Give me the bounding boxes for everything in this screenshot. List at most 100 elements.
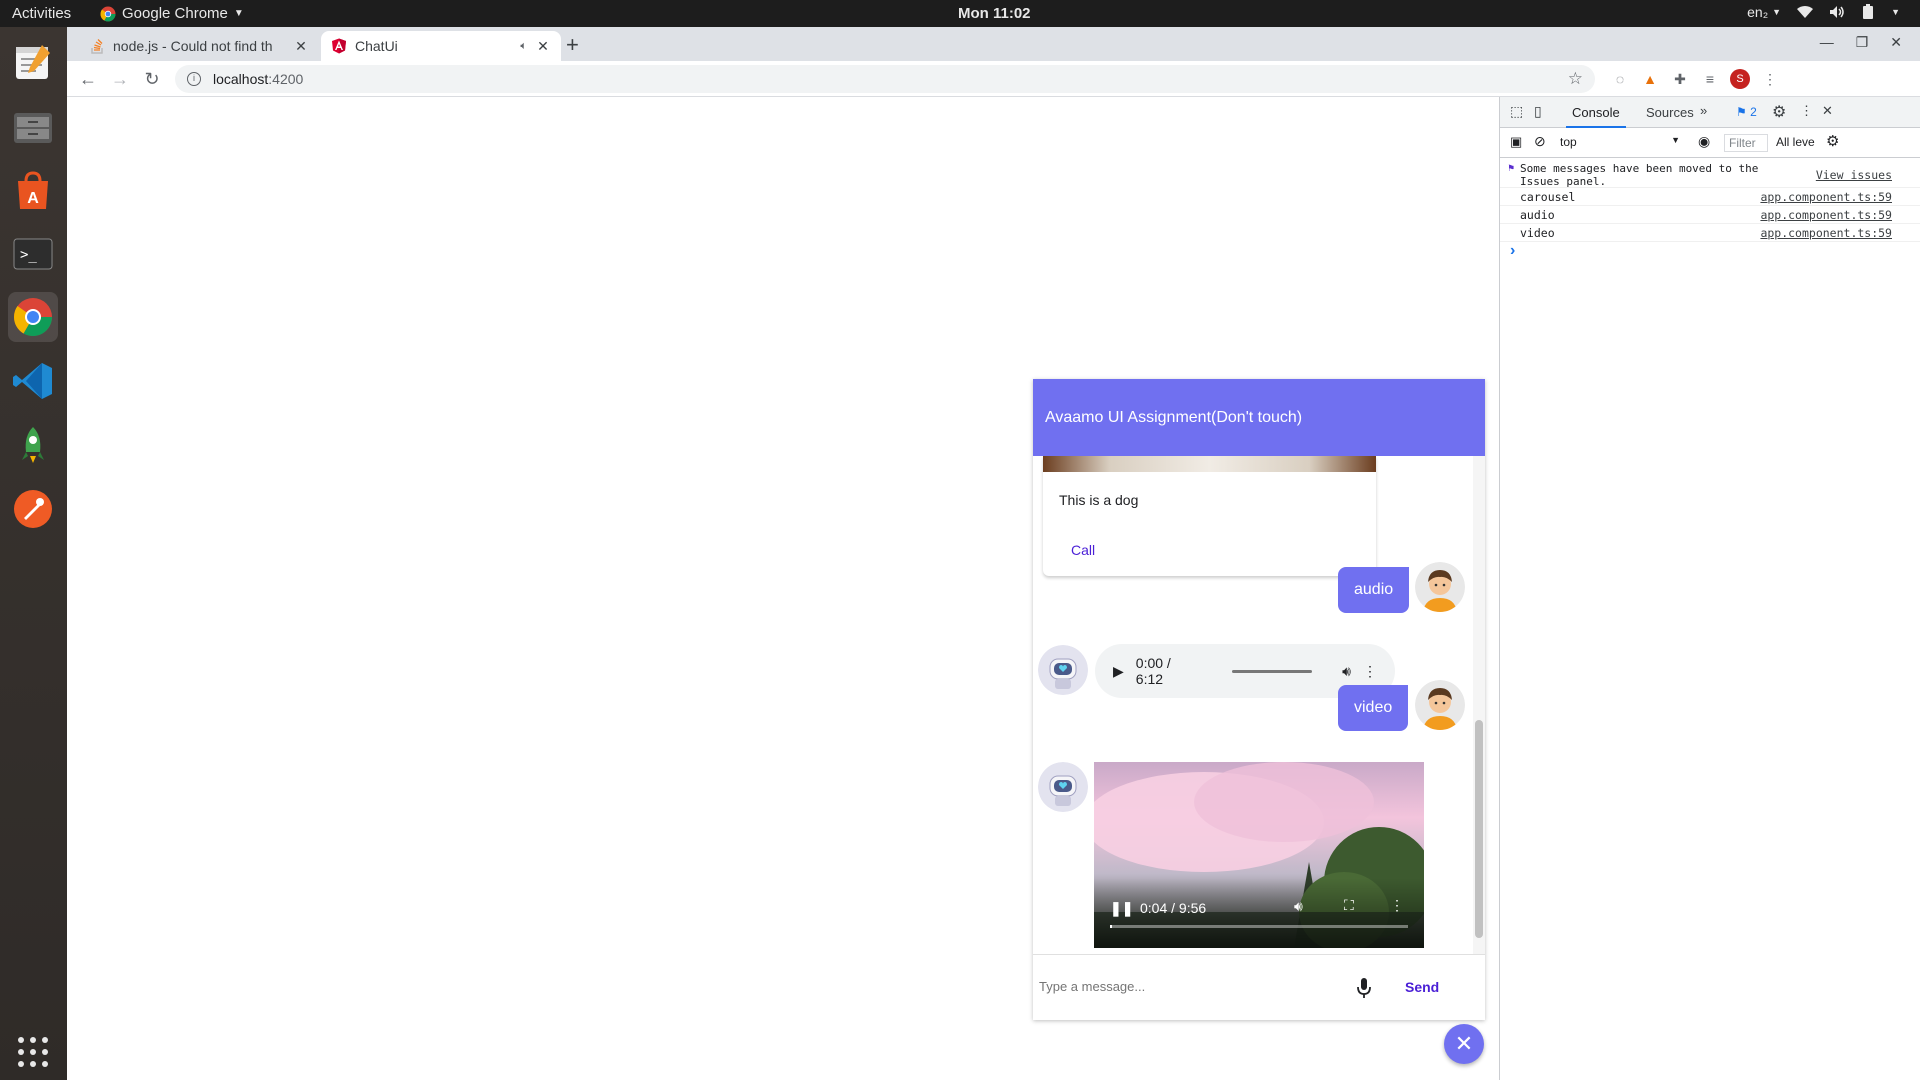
bot-avatar: [1038, 645, 1088, 695]
chat-header: Avaamo UI Assignment(Don't touch): [1033, 379, 1485, 456]
close-tab-icon[interactable]: ✕: [535, 38, 551, 55]
chevron-down-icon: ▼: [1772, 7, 1782, 17]
tab-console[interactable]: Console: [1566, 105, 1626, 128]
stackoverflow-icon: [89, 38, 105, 54]
show-apps-button[interactable]: [8, 1027, 58, 1077]
send-button[interactable]: Send: [1405, 979, 1439, 995]
gear-icon[interactable]: ⚙: [1772, 102, 1786, 122]
levels-dropdown[interactable]: All leve: [1776, 135, 1815, 149]
log-source-link[interactable]: app.component.ts:59: [1760, 208, 1892, 222]
play-icon[interactable]: ▶: [1113, 663, 1124, 680]
clock[interactable]: Mon 11:02: [958, 5, 1031, 22]
view-issues-link[interactable]: View issues: [1816, 168, 1892, 182]
extension-fire-icon[interactable]: ▲: [1640, 69, 1660, 89]
app-menu[interactable]: Google Chrome ▼: [100, 5, 244, 22]
console-prompt[interactable]: ›: [1500, 242, 1920, 260]
device-toolbar-icon[interactable]: ▯: [1534, 103, 1542, 120]
user-message: video: [1338, 685, 1409, 731]
video-player[interactable]: ❚❚ 0:04 / 9:56 🔊︎ ⛶ ⋮: [1094, 762, 1424, 948]
log-source-link[interactable]: app.component.ts:59: [1760, 190, 1892, 204]
volume-icon[interactable]: 🔊︎: [1294, 898, 1303, 915]
back-arrow-icon[interactable]: ←: [77, 68, 99, 90]
puzzle-icon[interactable]: ✚: [1670, 69, 1690, 89]
close-tab-icon[interactable]: ✕: [293, 38, 309, 55]
restore-icon[interactable]: ❐: [1856, 34, 1869, 51]
chevron-down-icon: ▼: [233, 8, 244, 19]
filter-input[interactable]: Filter: [1724, 134, 1768, 152]
gear-icon[interactable]: ⚙: [1826, 132, 1839, 150]
files-launcher[interactable]: [8, 101, 58, 151]
window-controls: — ❐ ✕: [1820, 34, 1902, 51]
audio-time: 0:00 / 6:12: [1135, 655, 1171, 687]
media-control-icon[interactable]: ≡: [1700, 69, 1720, 89]
console-log-row: audio app.component.ts:59: [1500, 206, 1920, 224]
console-toolbar: ▣ ⊘ top ▼ ◉ Filter All leve ⚙: [1500, 128, 1920, 158]
user-avatar: [1415, 680, 1465, 730]
kebab-menu-icon[interactable]: ⋮: [1363, 663, 1377, 680]
star-icon[interactable]: ☆: [1568, 69, 1583, 89]
profile-avatar[interactable]: S: [1730, 69, 1750, 89]
video-seek-bar[interactable]: [1110, 925, 1408, 928]
close-chat-button[interactable]: ✕: [1444, 1024, 1484, 1064]
devtools-tabbar: ⬚ ▯ Console Sources » ⚑ 2 ⚙ ⋮ ✕: [1500, 97, 1920, 128]
forward-arrow-icon[interactable]: →: [109, 68, 131, 90]
call-button[interactable]: Call: [1071, 542, 1095, 558]
context-label: top: [1560, 135, 1577, 149]
chat-title: Avaamo UI Assignment(Don't touch): [1045, 409, 1303, 426]
postman-launcher[interactable]: [8, 484, 58, 534]
prompt-chevron: ›: [1510, 242, 1516, 259]
minimize-icon[interactable]: —: [1820, 34, 1834, 51]
kebab-menu-icon[interactable]: ⋮: [1390, 897, 1404, 914]
terminal-icon: >_: [13, 238, 53, 270]
log-source-link[interactable]: app.component.ts:59: [1760, 226, 1892, 240]
tab-sources[interactable]: Sources: [1646, 105, 1694, 120]
message-input[interactable]: [1039, 979, 1339, 994]
issues-count: 2: [1750, 105, 1757, 119]
tab-chatui[interactable]: ChatUi 🔈︎ ✕: [321, 31, 561, 61]
notice-text: Some messages have been moved to the Iss…: [1520, 162, 1759, 188]
chat-messages[interactable]: This is a dog Call audio ▶ 0:00 / 6:12 🔊…: [1033, 456, 1485, 954]
eye-icon[interactable]: ◉: [1698, 133, 1710, 150]
info-icon[interactable]: i: [187, 72, 201, 86]
software-launcher[interactable]: A: [8, 165, 58, 215]
audio-seek-bar[interactable]: [1232, 669, 1313, 673]
tab-nodejs[interactable]: node.js - Could not find th ✕: [79, 31, 319, 61]
dog-image: [1043, 456, 1376, 472]
volume-icon[interactable]: 🔊︎: [1342, 663, 1351, 680]
vscode-launcher[interactable]: [8, 356, 58, 406]
new-tab-button[interactable]: +: [566, 32, 579, 58]
address-bar[interactable]: i localhost:4200 ☆: [175, 65, 1595, 93]
close-devtools-icon[interactable]: ✕: [1822, 103, 1833, 119]
video-progress-fill: [1110, 925, 1113, 928]
tab-title: node.js - Could not find th: [113, 38, 273, 54]
svg-text:>_: >_: [20, 247, 37, 263]
battery-icon: [1863, 4, 1874, 19]
kebab-menu-icon[interactable]: ⋮: [1760, 69, 1780, 89]
speaker-icon[interactable]: 🔈︎: [520, 40, 527, 53]
robo3t-launcher[interactable]: [8, 420, 58, 470]
console-notice: ⚑ Some messages have been moved to the I…: [1500, 158, 1920, 188]
tab-title: ChatUi: [355, 38, 398, 54]
language-indicator[interactable]: en₂: [1747, 4, 1768, 20]
chat-scrollbar[interactable]: [1473, 456, 1485, 954]
terminal-launcher[interactable]: >_: [8, 229, 58, 279]
context-selector[interactable]: top ▼: [1560, 135, 1680, 149]
system-tray[interactable]: en₂ ▼ ▼: [1747, 4, 1900, 20]
chevron-down-icon: ▼: [1671, 135, 1680, 145]
reload-icon[interactable]: ↻: [141, 68, 163, 90]
inspect-element-icon[interactable]: ⬚: [1510, 103, 1523, 120]
clear-console-icon[interactable]: ⊘: [1534, 133, 1546, 150]
scrollbar-thumb[interactable]: [1475, 720, 1483, 938]
more-tabs-icon[interactable]: »: [1700, 103, 1707, 118]
sidebar-toggle-icon[interactable]: ▣: [1510, 134, 1522, 150]
close-window-icon[interactable]: ✕: [1890, 34, 1902, 51]
pause-icon[interactable]: ❚❚: [1110, 900, 1133, 917]
microphone-icon[interactable]: [1355, 977, 1373, 999]
text-editor-launcher[interactable]: [8, 37, 58, 87]
fullscreen-icon[interactable]: ⛶: [1344, 897, 1354, 914]
extension-icon[interactable]: ◌: [1610, 69, 1630, 89]
chrome-launcher[interactable]: [8, 292, 58, 342]
kebab-menu-icon[interactable]: ⋮: [1800, 103, 1813, 119]
activities-button[interactable]: Activities: [12, 5, 71, 22]
issues-badge[interactable]: ⚑ 2: [1736, 105, 1757, 119]
